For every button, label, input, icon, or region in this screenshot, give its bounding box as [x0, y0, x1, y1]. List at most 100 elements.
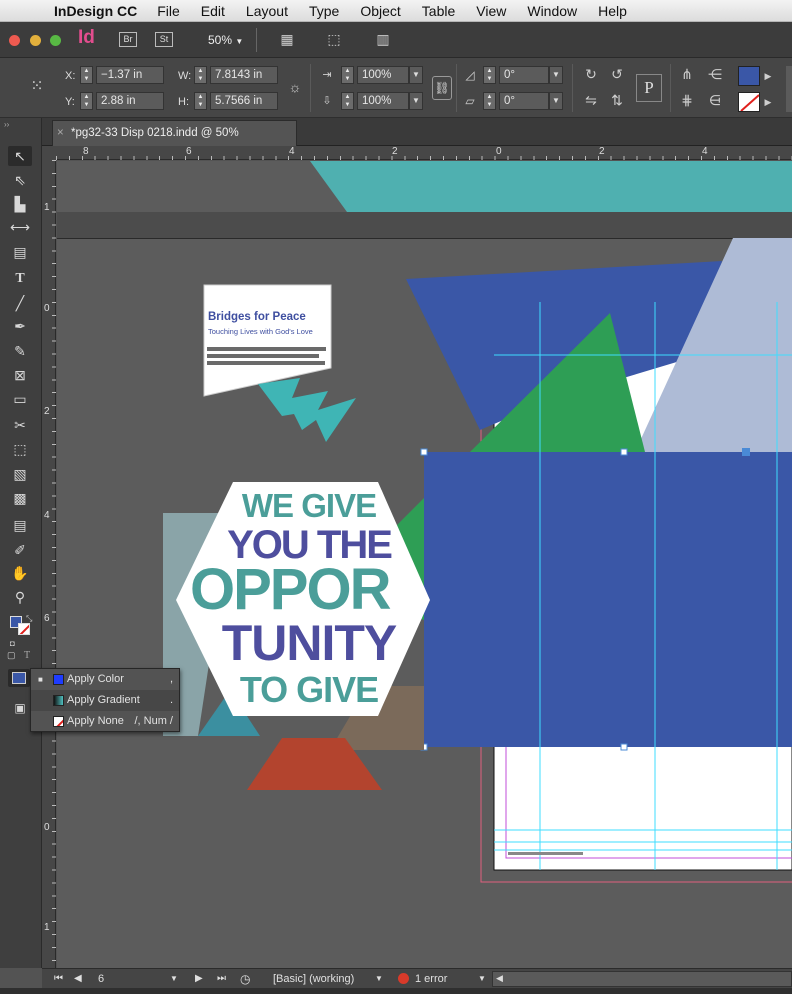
note-tool-icon[interactable]: ▤ [8, 515, 32, 535]
menu-type[interactable]: Type [309, 3, 339, 19]
zoom-tool-icon[interactable]: ⚲ [8, 587, 32, 607]
pen-tool-icon[interactable]: ✒ [8, 316, 32, 336]
menu-layout[interactable]: Layout [246, 3, 288, 19]
page-number-field[interactable]: 6 [98, 972, 104, 986]
menu-table[interactable]: Table [422, 3, 455, 19]
select-container-icon[interactable]: ⋔ [676, 64, 698, 84]
collapse-toolbox-icon[interactable]: ›› [4, 120, 9, 129]
shear-field[interactable]: 0° [499, 92, 549, 110]
direct-selection-tool-icon[interactable]: ⇖ [8, 170, 32, 190]
horizontal-ruler[interactable]: 8 6 4 2 0 2 4 [56, 146, 792, 160]
link-scale-icon[interactable]: ⛓ [432, 76, 452, 100]
select-next-object-icon[interactable]: ⋳ [704, 90, 726, 110]
formatting-container-icon[interactable]: ▢ [7, 650, 16, 661]
app-menu[interactable]: InDesign CC [54, 3, 137, 19]
pencil-tool-icon[interactable]: ✎ [8, 341, 32, 361]
free-transform-tool-icon[interactable]: ⬚ [8, 439, 32, 459]
stock-button[interactable]: St [155, 32, 173, 47]
screen-mode-icon[interactable]: ▣ [8, 698, 32, 718]
w-stepper[interactable]: ▲ ▼ [194, 66, 207, 84]
h-stepper[interactable]: ▲ ▼ [194, 92, 207, 110]
default-fill-stroke-icon[interactable]: ◘ [10, 639, 15, 648]
menu-item-apply-gradient[interactable]: Apply Gradient . [31, 690, 179, 711]
open-in-new-window-icon[interactable]: ◷ [240, 972, 250, 986]
shear-stepper[interactable]: ▲ ▼ [483, 92, 496, 110]
vertical-ruler[interactable]: 1 0 2 4 6 8 0 1 [42, 160, 56, 968]
menu-file[interactable]: File [157, 3, 180, 19]
fill-stroke-proxy[interactable]: ⤡ [8, 614, 34, 640]
gradient-swatch-tool-icon[interactable]: ▧ [8, 464, 32, 484]
menu-edit[interactable]: Edit [201, 3, 225, 19]
next-page-icon[interactable]: ▶ [195, 972, 203, 986]
fill-swatch[interactable] [738, 66, 760, 86]
minimize-window-button[interactable] [30, 35, 41, 46]
selection-tool-icon[interactable]: ↖ [8, 146, 32, 166]
scale-x-dropdown[interactable]: ▼ [409, 66, 423, 84]
page-dropdown-icon[interactable]: ▼ [170, 972, 178, 986]
ruler-origin[interactable] [42, 146, 56, 160]
rectangle-frame-tool-icon[interactable]: ⊠ [8, 365, 32, 385]
rotate-cw-icon[interactable]: ↻ [580, 64, 602, 84]
x-stepper[interactable]: ▲ ▼ [80, 66, 93, 84]
close-tab-icon[interactable]: × [57, 121, 64, 145]
selected-blue-frame[interactable] [424, 452, 792, 747]
hand-tool-icon[interactable]: ✋ [8, 563, 32, 583]
arrange-documents-icon[interactable]: ▥ [372, 29, 394, 49]
zoom-level[interactable]: 50% ▼ [208, 33, 243, 47]
last-page-icon[interactable]: ⏭ [217, 972, 226, 986]
preflight-profile[interactable]: [Basic] (working) [273, 972, 354, 986]
type-tool-icon[interactable]: T [8, 269, 32, 289]
content-collector-icon[interactable]: ▤ [8, 242, 32, 262]
shear-dropdown[interactable]: ▼ [549, 92, 563, 110]
apply-color-button[interactable] [8, 669, 30, 687]
scissors-tool-icon[interactable]: ✂ [8, 415, 32, 435]
screen-mode-icon[interactable]: ⬚ [323, 29, 345, 49]
eyedropper-tool-icon[interactable]: ✐ [8, 540, 32, 560]
select-previous-object-icon[interactable]: ⋲ [704, 64, 726, 84]
y-stepper[interactable]: ▲ ▼ [80, 92, 93, 110]
select-content-icon[interactable]: ⋕ [676, 90, 698, 110]
y-field[interactable]: 2.88 in [96, 92, 164, 110]
rotation-stepper[interactable]: ▲ ▼ [483, 66, 496, 84]
gap-tool-icon[interactable]: ⟷ [8, 217, 32, 237]
page-tool-icon[interactable]: ▙ [8, 194, 32, 214]
menu-view[interactable]: View [476, 3, 506, 19]
rotation-dropdown[interactable]: ▼ [549, 66, 563, 84]
w-field[interactable]: 7.8143 in [210, 66, 278, 84]
zoom-window-button[interactable] [50, 35, 61, 46]
menu-object[interactable]: Object [360, 3, 400, 19]
menu-item-apply-color[interactable]: ■ Apply Color , [31, 669, 179, 690]
scale-x-stepper[interactable]: ▲ ▼ [341, 66, 354, 84]
scale-y-dropdown[interactable]: ▼ [409, 92, 423, 110]
selection-handle[interactable] [420, 448, 428, 456]
menu-item-apply-none[interactable]: Apply None /, Num / [31, 711, 179, 732]
swap-fill-stroke-icon[interactable]: ⤡ [26, 614, 32, 624]
previous-page-icon[interactable]: ◀ [74, 972, 82, 986]
horizontal-scrollbar[interactable]: ◀ [492, 971, 792, 987]
scale-y-stepper[interactable]: ▲ ▼ [341, 92, 354, 110]
content-grabber-handle[interactable] [742, 448, 750, 456]
constrain-proportions-icon[interactable]: ☼ [284, 77, 306, 97]
h-field[interactable]: 5.7566 in [210, 92, 278, 110]
line-tool-icon[interactable]: ╱ [8, 293, 32, 313]
error-count[interactable]: 1 error [415, 972, 447, 986]
formatting-text-icon[interactable]: T [24, 650, 30, 661]
profile-dropdown-icon[interactable]: ▼ [375, 972, 383, 986]
fill-dropdown-icon[interactable]: ▶ [761, 66, 775, 86]
rotation-field[interactable]: 0° [499, 66, 549, 84]
view-options-icon[interactable]: ▦ [276, 29, 298, 49]
bridge-button[interactable]: Br [119, 32, 137, 47]
errors-dropdown-icon[interactable]: ▼ [478, 972, 486, 986]
stroke-dropdown-icon[interactable]: ▶ [761, 92, 775, 112]
document-tab[interactable]: × *pg32-33 Disp 0218.indd @ 50% [52, 120, 297, 146]
x-field[interactable]: −1.37 in [96, 66, 164, 84]
gradient-feather-tool-icon[interactable]: ▩ [8, 488, 32, 508]
rectangle-tool-icon[interactable]: ▭ [8, 389, 32, 409]
selection-handle[interactable] [620, 448, 628, 456]
stroke-proxy-swatch[interactable] [18, 623, 30, 635]
selection-handle[interactable] [620, 743, 628, 751]
scale-y-field[interactable]: 100% [357, 92, 409, 110]
flip-horizontal-icon[interactable]: ⇋ [580, 90, 602, 110]
rotate-ccw-icon[interactable]: ↺ [606, 64, 628, 84]
flip-vertical-icon[interactable]: ⇅ [606, 90, 628, 110]
